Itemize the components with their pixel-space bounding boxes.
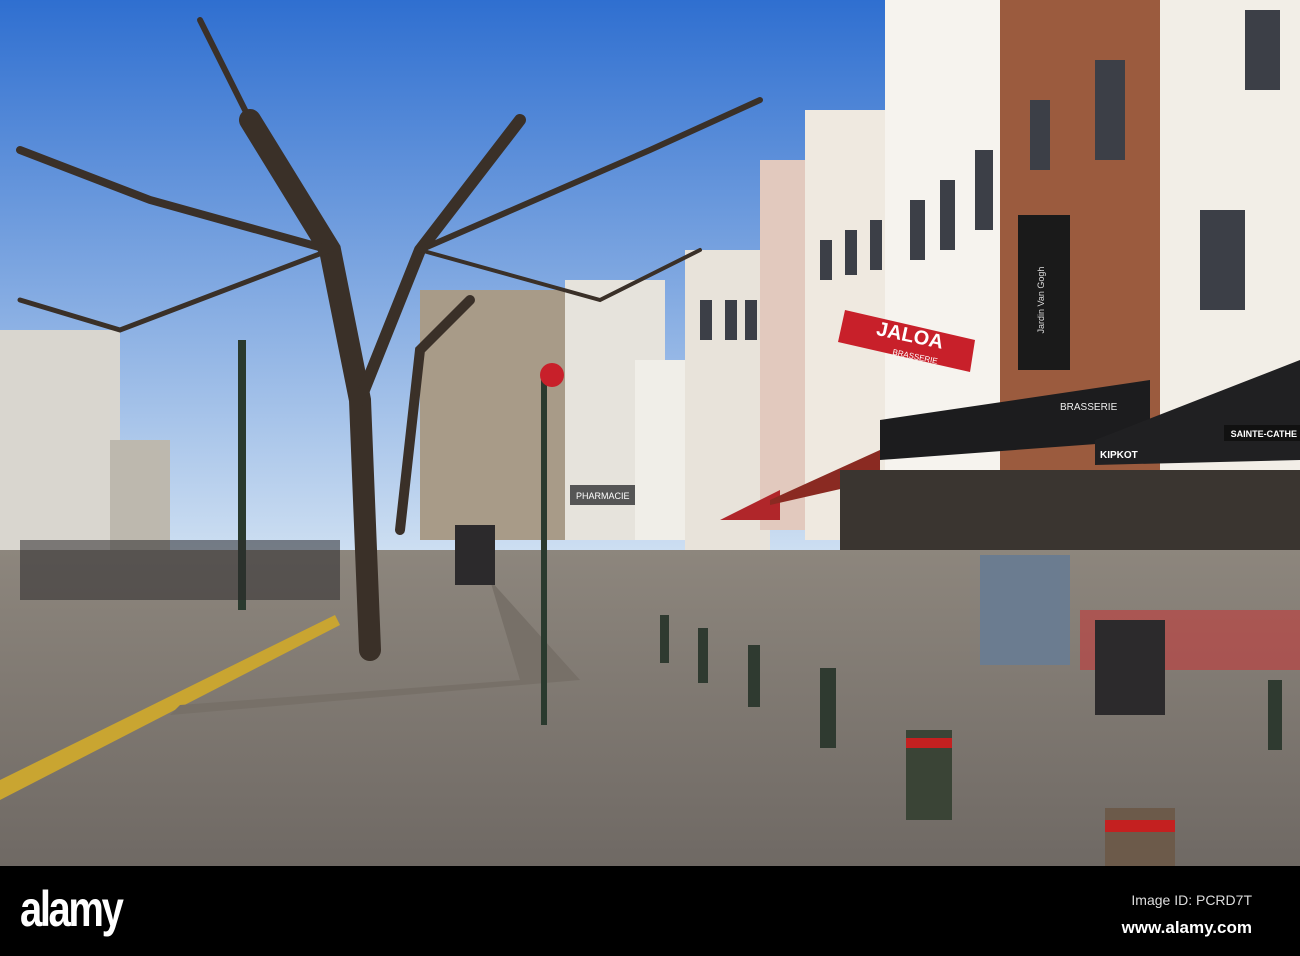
kipkot-text: KIPKOT xyxy=(1100,450,1138,461)
street-photo: PHARMACIE JALOA BRASSERIE Jardin Van Gog… xyxy=(0,0,1300,866)
jardin-text: Jardin Van Gogh xyxy=(1036,267,1046,334)
jardin-van-gogh-sign: Jardin Van Gogh xyxy=(1018,215,1070,370)
alamy-url: www.alamy.com xyxy=(1121,918,1252,937)
no-entry-sign xyxy=(540,363,564,387)
watermark-bar: alamy Image ID: PCRD7T www.alamy.com xyxy=(0,866,1300,956)
sainte-text: SAINTE-CATHE xyxy=(1231,429,1297,439)
pharmacie-sign: PHARMACIE xyxy=(576,491,630,501)
alamy-logo: alamy xyxy=(20,881,124,937)
brasserie-text: BRASSERIE xyxy=(1060,402,1118,413)
sign-post xyxy=(541,380,547,725)
image-id: Image ID: PCRD7T xyxy=(1131,892,1252,908)
